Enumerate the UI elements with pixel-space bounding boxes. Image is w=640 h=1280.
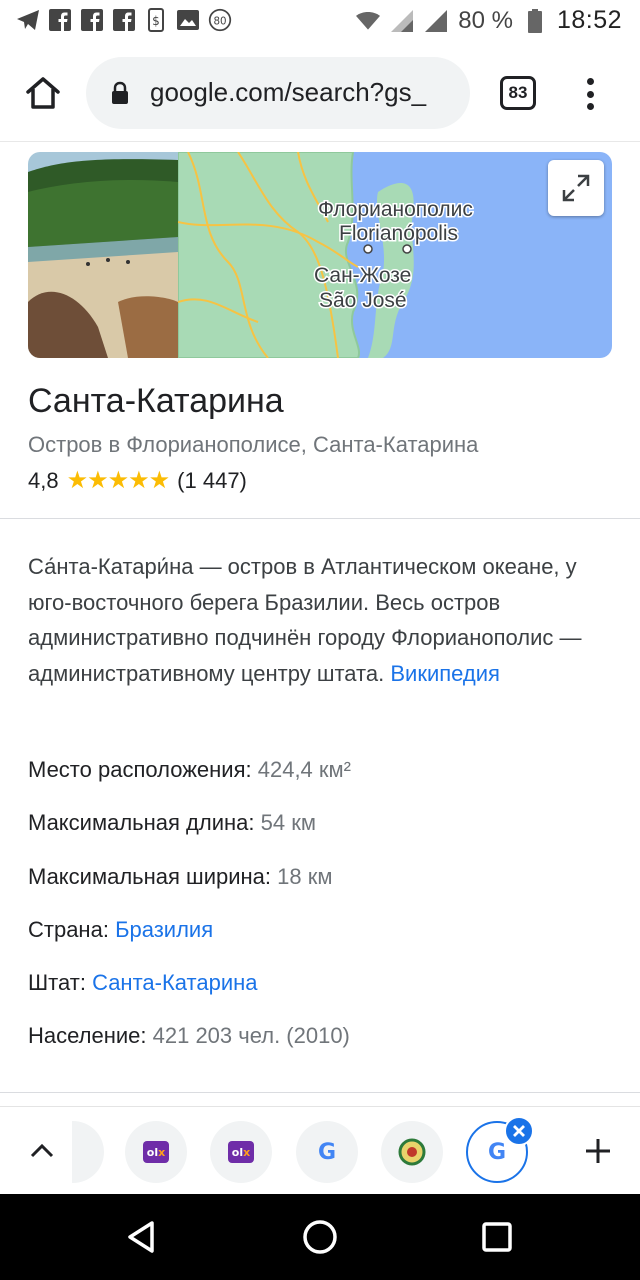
fact-row: Страна: Бразилия xyxy=(28,917,213,943)
fact-value: 421 203 чел. (2010) xyxy=(152,1023,350,1048)
dot-icon xyxy=(586,103,594,110)
fact-label: Население: xyxy=(28,1023,147,1048)
olx-icon: ol x xyxy=(228,1141,254,1163)
expand-tabs-button[interactable] xyxy=(20,1129,64,1173)
home-nav-button[interactable] xyxy=(297,1214,343,1260)
telegram-icon xyxy=(16,8,40,32)
expand-map-button[interactable] xyxy=(548,160,604,216)
google-icon: G xyxy=(317,1139,337,1165)
map-label-city1-ru: Флорианополис xyxy=(318,198,473,221)
fact-label: Место расположения: xyxy=(28,757,252,782)
system-indicators: 80 % 18:52 xyxy=(356,6,622,35)
home-button[interactable] xyxy=(20,70,66,116)
browser-toolbar: google.com/search?gs_ 83 xyxy=(0,44,640,142)
review-count: (1 447) xyxy=(177,467,247,493)
place-title: Санта-Катарина xyxy=(28,382,284,420)
rating-value: 4,8 xyxy=(28,467,59,493)
state-link[interactable]: Санта-Катарина xyxy=(92,970,257,995)
tab-thumbnail[interactable]: ol x xyxy=(125,1121,187,1183)
tab-thumbnail[interactable]: ol x xyxy=(210,1121,272,1183)
olx-icon: ol x xyxy=(143,1141,169,1163)
tab-strip: ol x ol x G G xyxy=(0,1106,640,1194)
tab-count: 83 xyxy=(508,83,528,102)
gallery-icon xyxy=(176,8,200,32)
more-menu-button[interactable] xyxy=(576,74,604,114)
dot-icon xyxy=(586,90,594,98)
wifi-icon xyxy=(356,9,381,33)
signal-icon xyxy=(390,9,414,33)
expand-icon xyxy=(562,174,590,202)
fact-row: Население: 421 203 чел. (2010) xyxy=(28,1023,350,1049)
emblem-icon xyxy=(398,1138,426,1166)
map-label-city2-ru: Сан-Жозе xyxy=(314,264,411,287)
google-icon: G xyxy=(487,1139,507,1165)
battery-percent: 80 % xyxy=(458,6,513,34)
olx-icon-text: ol xyxy=(231,1145,244,1159)
url-text[interactable]: google.com/search?gs_ xyxy=(150,77,460,108)
divider xyxy=(0,1092,640,1093)
fact-value: 54 км xyxy=(260,810,316,835)
close-icon xyxy=(513,1125,525,1137)
badge-80-icon: 80 xyxy=(208,8,232,32)
recents-icon xyxy=(482,1222,512,1252)
tab-thumbnail[interactable] xyxy=(381,1121,443,1183)
back-button[interactable] xyxy=(118,1214,164,1260)
fact-label: Максимальная ширина: xyxy=(28,864,271,889)
place-subtitle: Остров в Флорианополисе, Санта-Катарина xyxy=(28,432,479,457)
address-bar[interactable]: google.com/search?gs_ xyxy=(86,57,470,129)
home-circle-icon xyxy=(303,1220,337,1254)
money-app-icon: $ xyxy=(144,8,168,32)
rating-row[interactable]: 4,8 ★★★★★ (1 447) xyxy=(28,466,247,495)
fact-value: 424,4 км² xyxy=(257,757,351,782)
country-link[interactable]: Бразилия xyxy=(115,917,213,942)
home-icon xyxy=(26,77,60,109)
fact-label: Страна: xyxy=(28,917,109,942)
lock-icon xyxy=(112,81,128,104)
back-icon xyxy=(128,1221,154,1253)
wikipedia-link[interactable]: Википедия xyxy=(390,661,500,686)
fact-label: Штат: xyxy=(28,970,86,995)
map-label-city2-pt: São José xyxy=(319,289,407,312)
map-view[interactable]: Флорианополис Florianópolis Сан-Жозе São… xyxy=(178,152,612,358)
status-bar: $ 80 80 % 18:52 xyxy=(0,0,640,44)
map-label-city1-pt: Florianópolis xyxy=(339,222,458,245)
facebook-icon xyxy=(112,8,136,32)
olx-icon-text: ol xyxy=(146,1145,159,1159)
fact-row: Штат: Санта-Катарина xyxy=(28,970,258,996)
badge-80-text: 80 xyxy=(213,15,226,27)
tab-thumbnail[interactable] xyxy=(72,1121,104,1183)
beach-photo[interactable] xyxy=(28,152,178,358)
dot-icon xyxy=(586,78,594,85)
battery-icon xyxy=(523,8,547,33)
notification-icons: $ 80 xyxy=(16,8,232,32)
close-tab-button[interactable] xyxy=(504,1116,534,1146)
tab-thumbnail[interactable]: G xyxy=(296,1121,358,1183)
plus-icon xyxy=(586,1139,610,1163)
olx-icon-text: x xyxy=(243,1145,251,1159)
fact-label: Максимальная длина: xyxy=(28,810,255,835)
facebook-icon xyxy=(80,8,104,32)
hero-media: Флорианополис Florianópolis Сан-Жозе São… xyxy=(28,152,612,358)
new-tab-button[interactable] xyxy=(576,1129,620,1173)
url-host: google.com xyxy=(150,77,285,107)
chevron-up-icon xyxy=(30,1143,54,1158)
svg-text:$: $ xyxy=(152,14,160,28)
description: Са́нта-Катари́на — остров в Атлантическо… xyxy=(28,549,608,691)
fact-row: Место расположения: 424,4 км² xyxy=(28,757,351,783)
divider xyxy=(0,518,640,519)
fact-row: Максимальная ширина: 18 км xyxy=(28,864,332,890)
fact-value: 18 км xyxy=(277,864,333,889)
recents-button[interactable] xyxy=(474,1214,520,1260)
signal-icon xyxy=(424,9,448,33)
facebook-icon xyxy=(48,8,72,32)
tab-switcher-button[interactable]: 83 xyxy=(500,76,536,110)
url-path: /search?gs_ xyxy=(284,77,427,107)
star-rating-icon: ★★★★★ xyxy=(66,467,171,494)
fact-row: Максимальная длина: 54 км xyxy=(28,810,316,836)
system-nav-bar xyxy=(0,1194,640,1280)
olx-icon-text: x xyxy=(158,1145,166,1159)
clock: 18:52 xyxy=(556,6,622,34)
